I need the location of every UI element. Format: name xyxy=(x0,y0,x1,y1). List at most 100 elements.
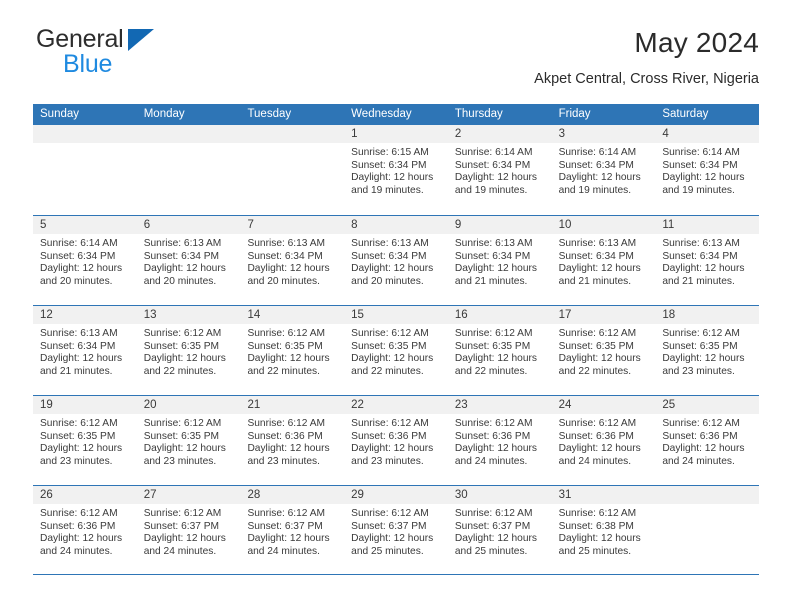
day-details: Sunrise: 6:12 AM Sunset: 6:36 PM Daylight:… xyxy=(33,504,137,558)
daylight-text-line1: Daylight: 12 hours xyxy=(247,263,330,275)
day-details: Sunrise: 6:12 AM Sunset: 6:38 PM Daylight:… xyxy=(552,504,656,558)
calendar-day-cell[interactable]: 22 Sunrise: 6:12 AM Sunset: 6:36 PM Dayligh… xyxy=(344,396,448,485)
calendar-day-cell[interactable]: 12 Sunrise: 6:13 AM Sunset: 6:34 PM Dayligh… xyxy=(33,306,137,395)
daylight-text-line1: Daylight: 12 hours xyxy=(662,263,745,275)
day-number: 23 xyxy=(447,396,552,414)
calendar-day-cell[interactable]: 26 Sunrise: 6:12 AM Sunset: 6:36 PM Dayligh… xyxy=(33,486,137,574)
sunrise-text: Sunrise: 6:12 AM xyxy=(143,418,222,429)
daylight-text-line2: and 24 minutes. xyxy=(247,545,320,557)
day-number: 31 xyxy=(551,486,656,504)
day-details: Sunrise: 6:12 AM Sunset: 6:37 PM Daylight:… xyxy=(240,504,344,558)
daylight-text-line2: and 19 minutes. xyxy=(454,184,528,196)
calendar-day-cell[interactable]: 4 Sunrise: 6:14 AM Sunset: 6:34 PM Daylight… xyxy=(655,125,760,215)
calendar-day-cell[interactable]: 3 Sunrise: 6:14 AM Sunset: 6:34 PM Daylight… xyxy=(551,125,656,215)
sunset-text: Sunset: 6:35 PM xyxy=(558,340,634,352)
sunrise-text: Sunrise: 6:12 AM xyxy=(351,418,429,429)
calendar-day-cell[interactable]: 16 Sunrise: 6:12 AM Sunset: 6:35 PM Dayligh… xyxy=(447,306,552,395)
calendar-day-cell[interactable]: 23 Sunrise: 6:12 AM Sunset: 6:36 PM Dayligh… xyxy=(447,396,552,485)
sunset-text: Sunset: 6:37 PM xyxy=(247,520,323,532)
calendar-day-cell[interactable]: 28 Sunrise: 6:12 AM Sunset: 6:37 PM Dayligh… xyxy=(240,486,345,574)
day-details: Sunrise: 6:13 AM Sunset: 6:34 PM Daylight:… xyxy=(552,234,656,288)
sunrise-text: Sunrise: 6:13 AM xyxy=(40,328,118,339)
sunrise-text: Sunrise: 6:12 AM xyxy=(454,328,533,339)
day-number: 4 xyxy=(655,125,760,143)
sunset-text: Sunset: 6:34 PM xyxy=(351,159,427,171)
sunrise-text: Sunrise: 6:12 AM xyxy=(454,508,533,519)
daylight-text-line1: Daylight: 12 hours xyxy=(454,443,537,455)
calendar-week-row: 12 Sunrise: 6:13 AM Sunset: 6:34 PM Dayligh… xyxy=(33,305,760,395)
sunset-text: Sunset: 6:35 PM xyxy=(143,430,220,442)
calendar-day-cell[interactable]: 19 Sunrise: 6:12 AM Sunset: 6:35 PM Dayligh… xyxy=(33,396,137,485)
calendar-day-cell-empty xyxy=(33,125,137,215)
daylight-text-line1: Daylight: 12 hours xyxy=(351,533,434,545)
calendar-day-cell-empty xyxy=(240,125,345,215)
calendar-day-cell[interactable]: 27 Sunrise: 6:12 AM Sunset: 6:37 PM Dayligh… xyxy=(136,486,241,574)
sunrise-text: Sunrise: 6:12 AM xyxy=(558,508,637,519)
daylight-text-line1: Daylight: 12 hours xyxy=(351,263,434,275)
sunrise-text: Sunrise: 6:12 AM xyxy=(662,328,740,339)
sunset-text: Sunset: 6:37 PM xyxy=(351,520,427,532)
day-number: 16 xyxy=(447,306,552,324)
daylight-text-line1: Daylight: 12 hours xyxy=(558,353,641,365)
sunrise-text: Sunrise: 6:12 AM xyxy=(558,418,637,429)
calendar-day-cell[interactable]: 31 Sunrise: 6:12 AM Sunset: 6:38 PM Dayligh… xyxy=(551,486,656,574)
daylight-text-line2: and 25 minutes. xyxy=(454,545,528,557)
day-number: 24 xyxy=(551,396,656,414)
calendar-day-cell[interactable]: 21 Sunrise: 6:12 AM Sunset: 6:36 PM Dayligh… xyxy=(240,396,345,485)
sunset-text: Sunset: 6:35 PM xyxy=(454,340,531,352)
calendar-day-cell[interactable]: 9 Sunrise: 6:13 AM Sunset: 6:34 PM Daylight… xyxy=(447,216,552,305)
calendar-day-cell[interactable]: 29 Sunrise: 6:12 AM Sunset: 6:37 PM Dayligh… xyxy=(344,486,448,574)
daylight-text-line2: and 21 minutes. xyxy=(558,275,632,287)
calendar-day-cell[interactable]: 13 Sunrise: 6:12 AM Sunset: 6:35 PM Dayligh… xyxy=(136,306,241,395)
calendar-day-cell[interactable]: 2 Sunrise: 6:14 AM Sunset: 6:34 PM Daylight… xyxy=(447,125,552,215)
day-details: Sunrise: 6:12 AM Sunset: 6:37 PM Daylight:… xyxy=(137,504,241,558)
sunset-text: Sunset: 6:38 PM xyxy=(558,520,634,532)
day-number xyxy=(240,125,345,143)
generalblue-logo[interactable]: General Blue xyxy=(33,26,243,84)
daylight-text-line2: and 19 minutes. xyxy=(351,184,424,196)
daylight-text-line1: Daylight: 12 hours xyxy=(558,263,641,275)
daylight-text-line1: Daylight: 12 hours xyxy=(247,443,330,455)
daylight-text-line2: and 22 minutes. xyxy=(247,365,320,377)
sunrise-text: Sunrise: 6:13 AM xyxy=(351,238,429,249)
day-number: 25 xyxy=(655,396,760,414)
calendar-day-cell[interactable]: 7 Sunrise: 6:13 AM Sunset: 6:34 PM Daylight… xyxy=(240,216,345,305)
calendar-day-cell[interactable]: 6 Sunrise: 6:13 AM Sunset: 6:34 PM Daylight… xyxy=(136,216,241,305)
calendar-day-cell[interactable]: 10 Sunrise: 6:13 AM Sunset: 6:34 PM Dayligh… xyxy=(551,216,656,305)
calendar-day-cell[interactable]: 24 Sunrise: 6:12 AM Sunset: 6:36 PM Dayligh… xyxy=(551,396,656,485)
weekday-header-monday: Monday xyxy=(143,108,185,120)
calendar-day-cell[interactable]: 11 Sunrise: 6:13 AM Sunset: 6:34 PM Dayligh… xyxy=(655,216,760,305)
daylight-text-line2: and 24 minutes. xyxy=(40,545,113,557)
calendar-day-cell[interactable]: 1 Sunrise: 6:15 AM Sunset: 6:34 PM Daylight… xyxy=(344,125,448,215)
daylight-text-line1: Daylight: 12 hours xyxy=(143,443,226,455)
calendar-day-cell[interactable]: 15 Sunrise: 6:12 AM Sunset: 6:35 PM Dayligh… xyxy=(344,306,448,395)
calendar-day-cell[interactable]: 8 Sunrise: 6:13 AM Sunset: 6:34 PM Daylight… xyxy=(344,216,448,305)
daylight-text-line1: Daylight: 12 hours xyxy=(351,443,434,455)
sunset-text: Sunset: 6:34 PM xyxy=(143,250,220,262)
calendar-day-cell[interactable]: 5 Sunrise: 6:14 AM Sunset: 6:34 PM Daylight… xyxy=(33,216,137,305)
daylight-text-line2: and 20 minutes. xyxy=(247,275,320,287)
sunset-text: Sunset: 6:34 PM xyxy=(662,250,738,262)
title-block: May 2024 Akpet Central, Cross River, Nig… xyxy=(534,26,759,88)
sunset-text: Sunset: 6:34 PM xyxy=(40,250,116,262)
sunset-text: Sunset: 6:36 PM xyxy=(558,430,634,442)
calendar-day-cell[interactable]: 17 Sunrise: 6:12 AM Sunset: 6:35 PM Dayligh… xyxy=(551,306,656,395)
sunrise-text: Sunrise: 6:12 AM xyxy=(247,328,326,339)
calendar-day-cell[interactable]: 14 Sunrise: 6:12 AM Sunset: 6:35 PM Dayligh… xyxy=(240,306,345,395)
calendar-day-cell[interactable]: 18 Sunrise: 6:12 AM Sunset: 6:35 PM Dayligh… xyxy=(655,306,760,395)
day-details: Sunrise: 6:14 AM Sunset: 6:34 PM Daylight:… xyxy=(552,143,656,197)
sunrise-text: Sunrise: 6:14 AM xyxy=(454,147,533,158)
calendar-day-cell[interactable]: 30 Sunrise: 6:12 AM Sunset: 6:37 PM Dayligh… xyxy=(447,486,552,574)
sunset-text: Sunset: 6:34 PM xyxy=(247,250,323,262)
day-details: Sunrise: 6:12 AM Sunset: 6:36 PM Daylight:… xyxy=(344,414,448,468)
daylight-text-line1: Daylight: 12 hours xyxy=(40,353,123,365)
daylight-text-line2: and 23 minutes. xyxy=(143,455,217,467)
day-details: Sunrise: 6:12 AM Sunset: 6:35 PM Daylight:… xyxy=(240,324,344,378)
day-number xyxy=(136,125,241,143)
calendar-day-cell[interactable]: 20 Sunrise: 6:12 AM Sunset: 6:35 PM Dayligh… xyxy=(136,396,241,485)
day-details: Sunrise: 6:12 AM Sunset: 6:35 PM Daylight:… xyxy=(137,414,241,468)
day-details: Sunrise: 6:12 AM Sunset: 6:35 PM Daylight:… xyxy=(655,324,759,378)
day-details: Sunrise: 6:14 AM Sunset: 6:34 PM Daylight:… xyxy=(448,143,552,197)
day-details: Sunrise: 6:12 AM Sunset: 6:37 PM Daylight:… xyxy=(344,504,448,558)
calendar-day-cell[interactable]: 25 Sunrise: 6:12 AM Sunset: 6:36 PM Dayligh… xyxy=(655,396,760,485)
